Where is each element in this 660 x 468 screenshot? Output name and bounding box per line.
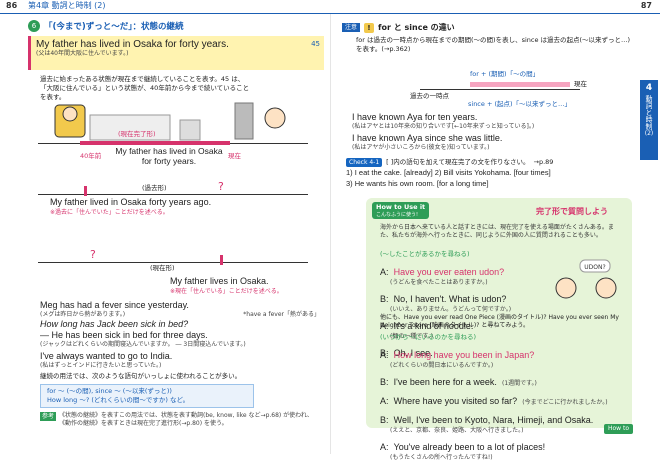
example-1-sentence: Meg has had a fever since yesterday. [40,300,189,310]
tip-section: 継続の用法では、次のような語句がいっしょに使われることが多い。 for 〜 (〜… [40,372,320,428]
timeline-3-question-mark: ? [90,248,96,261]
chapter-side-tab: 4 動詞と時制 (2) [640,80,658,160]
how-to-label-badge: How to Use it こんなふうに使う! [372,202,430,219]
udon-speech-bubble: UDON? [584,264,605,271]
dialog-1-jp-2: (いいえ、ありません。うどんって何ですか。) [390,306,512,313]
timeline-3-sentence: My father lives in Osaka. [170,276,269,286]
examples-list: Meg has had a fever since yesterday. (メグ… [40,300,320,370]
caution-title: for と since の違い [378,23,455,32]
caution-text: for は過去の一時点から現在までの期間(〜の間)を表し、since は過去の起… [356,36,631,53]
check-ref: →p.89 [533,158,554,166]
subhead-experience: (〜したことがあるかを尋ねる) [380,250,470,258]
label-present: (現在形) [150,264,175,272]
how-to-footer-tab: How to [604,424,634,434]
timeline-2-axis [38,194,308,195]
dialog-2-jp-4: (ええと、京都、奈良、姫路、大阪へ行きました。) [390,427,524,434]
subhead-duration: (いつから〜にいるのかを尋ねる) [380,333,477,341]
example-4-translation: (私はずっとインドに行きたいと思っていた。) [40,362,162,369]
dialog-1-jp-1: (うどんを食べたことはありますか。) [390,279,488,286]
since-example-translation: (私はアヤが小さいころから(彼女を)知っています。) [352,144,490,151]
example-45-number: 45 [311,40,320,48]
how-to-title: 完了形で質問しよう [536,207,608,216]
other-questions-line: 他にも、Have you ever read One Piece (漫画のタイト… [380,314,619,329]
check-instruction: [ ]内の語句を加えて現在完了の文を作りなさい。 [386,158,530,166]
timeline-3-axis [38,262,308,263]
timeline-2-question-mark: ? [218,180,224,193]
check-items-1-2: 1) I eat the cake. [already] 2) Bill vis… [346,168,551,177]
how-to-label: How to Use it [376,203,426,211]
warning-icon: ! [364,22,375,33]
father-figure-old [264,107,286,129]
example-1-sidenote: *have a fever「熱がある」 [243,311,320,318]
check-section: Check 4-1 [ ]内の語句を加えて現在完了の文を作りなさい。 →p.89… [346,158,636,189]
page-number-left: 86 [6,1,18,10]
diagram-for-label: for + (期間)「〜の間」 [470,70,540,78]
example-1-translation: (メグは昨日から熱があります。) [40,311,126,318]
side-tab-sub: (2) [644,130,654,137]
example-3-sentence: — He has been sick in bed for three days… [40,330,208,340]
diagram-now-label: 現在 [574,80,587,88]
dialog-2-line-4: B: Well, I've been to Kyoto, Nara, Himej… [380,415,594,425]
timeline-1-sentence: My father has lived in Osaka for forty y… [115,146,223,166]
timeline-1-now-label: 現在 [228,152,241,160]
how-to-use-box: How to Use it こんなふうに使う! 完了形で質問しよう 海外から日本… [366,198,632,461]
dialog-2: A: How long have you been in Japan? (どれく… [380,343,624,462]
diagram-point-label: 過去の一時点 [410,92,449,100]
page-gutter [330,14,331,454]
dialog-2-line-2: B: I've been here for a week. (1週間です。) [380,377,537,387]
chapter-header: 第4章 動詞と時制 (2) [28,1,106,10]
example-45-translation: (父は40年間大阪に住んでいます。) [36,50,129,57]
caution-label: 注意 [342,23,361,32]
tip-line-1: for 〜 (〜の間), since 〜 (〜以来(ずっと)) [47,387,172,395]
dialog-2-line-1: A: How long have you been in Japan? [380,350,535,360]
check-label: Check 4-1 [346,158,383,167]
section-number-badge: 6 [28,20,40,32]
dialog-2-jp-1: (どれくらいの間日本にいるんですか。) [390,362,494,369]
example-45-box: My father has lived in Osaka for forty y… [28,36,324,70]
explanation-text: 過去に始まったある状態が現在まで継続していることを表す。45 は、「大阪に住んで… [40,75,250,101]
tower-drawing [234,102,254,140]
diagram-axis [420,89,580,90]
for-example-translation: (私はアヤとは10年来の知り合いです[←10年来ずっと知っている]。) [352,123,535,130]
for-since-examples: I have known Aya for ten years. (私はアヤとは1… [352,112,632,152]
left-page: 6 「(今まで)ずっと〜だ」：状態の継続 My father has lived… [28,20,324,102]
timeline-2-point-marker [84,186,87,196]
timeline-3-note: ※現在「住んでいる」ことだけを述べる。 [170,288,283,295]
example-4-sentence: I've always wanted to go to India. [40,351,173,361]
timeline-3-point-marker [220,255,223,265]
note-text: 《状態の継続》を表すこの用法では、状態を表す動詞(be, know, like … [59,412,313,427]
check-item-3: 3) He wants his own room. [for a long ti… [346,179,489,188]
timeline-2-sentence: My father lived in Osaka forty years ago… [50,197,212,207]
right-page: 注意 ! for と since の違い for は過去の一時点から現在までの期… [342,22,632,54]
side-tab-number: 4 [645,83,653,93]
timeline-2-note: ※過去に「住んでいた」ことだけを述べる。 [50,209,169,216]
dialog-1-line-1: A: Have you ever eaten udon? [380,267,505,277]
dialog-2-jp-5: (もうたくさんの所へ行ったんですね!) [390,454,493,461]
tip-box: for 〜 (〜の間), since 〜 (〜以来(ずっと)) How long… [40,384,254,408]
tip-title: 継続の用法では、次のような語句がいっしょに使われることが多い。 [40,372,242,380]
timeline-1-start-label: 40年前 [80,152,102,160]
example-45-sentence: My father has lived in Osaka for forty y… [36,39,229,50]
label-present-perfect: (現在完了形) [118,130,156,138]
example-3-translation: (ジャックはどれくらいの期間寝込んでいますか。 ― 3日間寝込んでいます。) [40,341,246,348]
how-to-intro: 海外から日本へ来ている人と話すときには、現在完了を使える場面がたくさんある。また… [380,224,614,239]
udon-conversation-illustration: UDON? [555,259,617,299]
dialog-2-line-3: A: Where have you visited so far? (今までどこ… [380,396,608,406]
label-past: (過去形) [142,184,167,192]
example-2-sentence: How long has Jack been sick in bed? [40,319,189,329]
how-to-sublabel: こんなふうに使う! [376,212,419,218]
for-example-sentence: I have known Aya for ten years. [352,112,478,122]
page-number-right: 87 [640,1,652,10]
note-label: 参考 [40,412,57,421]
dialog-2-line-5: A: You've already been to a lot of place… [380,442,546,452]
diagram-since-label: since + (起点)「〜以来ずっと…」 [468,100,572,108]
diagram-duration-bar [470,82,570,87]
since-example-sentence: I have known Aya since she was little. [352,133,503,143]
side-tab-text: 動詞と時制 [645,95,653,130]
section-title: 「(今まで)ずっと〜だ」：状態の継続 [44,22,184,32]
tip-line-2: How long 〜? (どれくらいの間〜ですか) など。 [47,396,190,404]
dialog-1-line-2: B: No, I haven't. What is udon? [380,294,507,304]
timeline-1-duration-bar [80,141,230,145]
